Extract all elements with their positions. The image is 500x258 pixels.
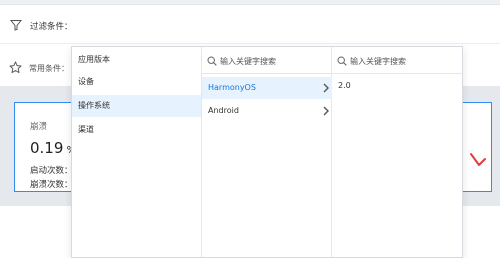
version-search-divider: [332, 73, 462, 74]
filter-icon[interactable]: [10, 19, 22, 31]
filter-label: 过滤条件：: [30, 22, 73, 32]
condition-dropdown: 应用版本 设备 操作系统 渠道 输入关键字搜索 HarmonyOS Androi…: [71, 46, 463, 258]
os-search-placeholder: 输入关键字搜索: [220, 57, 276, 66]
search-icon: [207, 56, 217, 66]
crash-title: 崩溃: [30, 122, 48, 132]
filter-row: 过滤条件：: [0, 6, 500, 44]
chevron-right-icon: [323, 106, 329, 116]
dimension-device[interactable]: 设备: [72, 71, 201, 93]
common-conditions-label: 常用条件：: [29, 64, 69, 73]
top-bar: [0, 0, 500, 5]
crash-rate-value: 0.19: [30, 139, 64, 157]
dimension-os[interactable]: 操作系统: [72, 95, 201, 117]
dimension-column: 应用版本 设备 操作系统 渠道: [72, 47, 202, 257]
chevron-right-icon: [323, 83, 329, 93]
os-option-android[interactable]: Android: [202, 100, 332, 122]
dimension-app-version[interactable]: 应用版本: [72, 49, 201, 71]
version-option[interactable]: 2.0: [338, 81, 351, 90]
launch-count-label: 启动次数：: [30, 166, 73, 176]
search-icon: [337, 56, 347, 66]
os-option-label: HarmonyOS: [208, 83, 256, 92]
version-search-placeholder: 输入关键字搜索: [350, 57, 406, 66]
os-option-label: Android: [208, 106, 239, 115]
alert-mark-icon: [470, 153, 486, 166]
dimension-channel[interactable]: 渠道: [72, 119, 201, 141]
os-search-divider: [202, 73, 332, 74]
star-icon[interactable]: [9, 61, 22, 74]
os-option-harmonyos[interactable]: HarmonyOS: [202, 77, 332, 99]
version-column: 输入关键字搜索 2.0: [332, 47, 462, 257]
crash-count-label: 崩溃次数：: [30, 180, 73, 190]
os-column: 输入关键字搜索 HarmonyOS Android: [202, 47, 332, 257]
crash-rate: 0.19 %: [30, 139, 76, 157]
